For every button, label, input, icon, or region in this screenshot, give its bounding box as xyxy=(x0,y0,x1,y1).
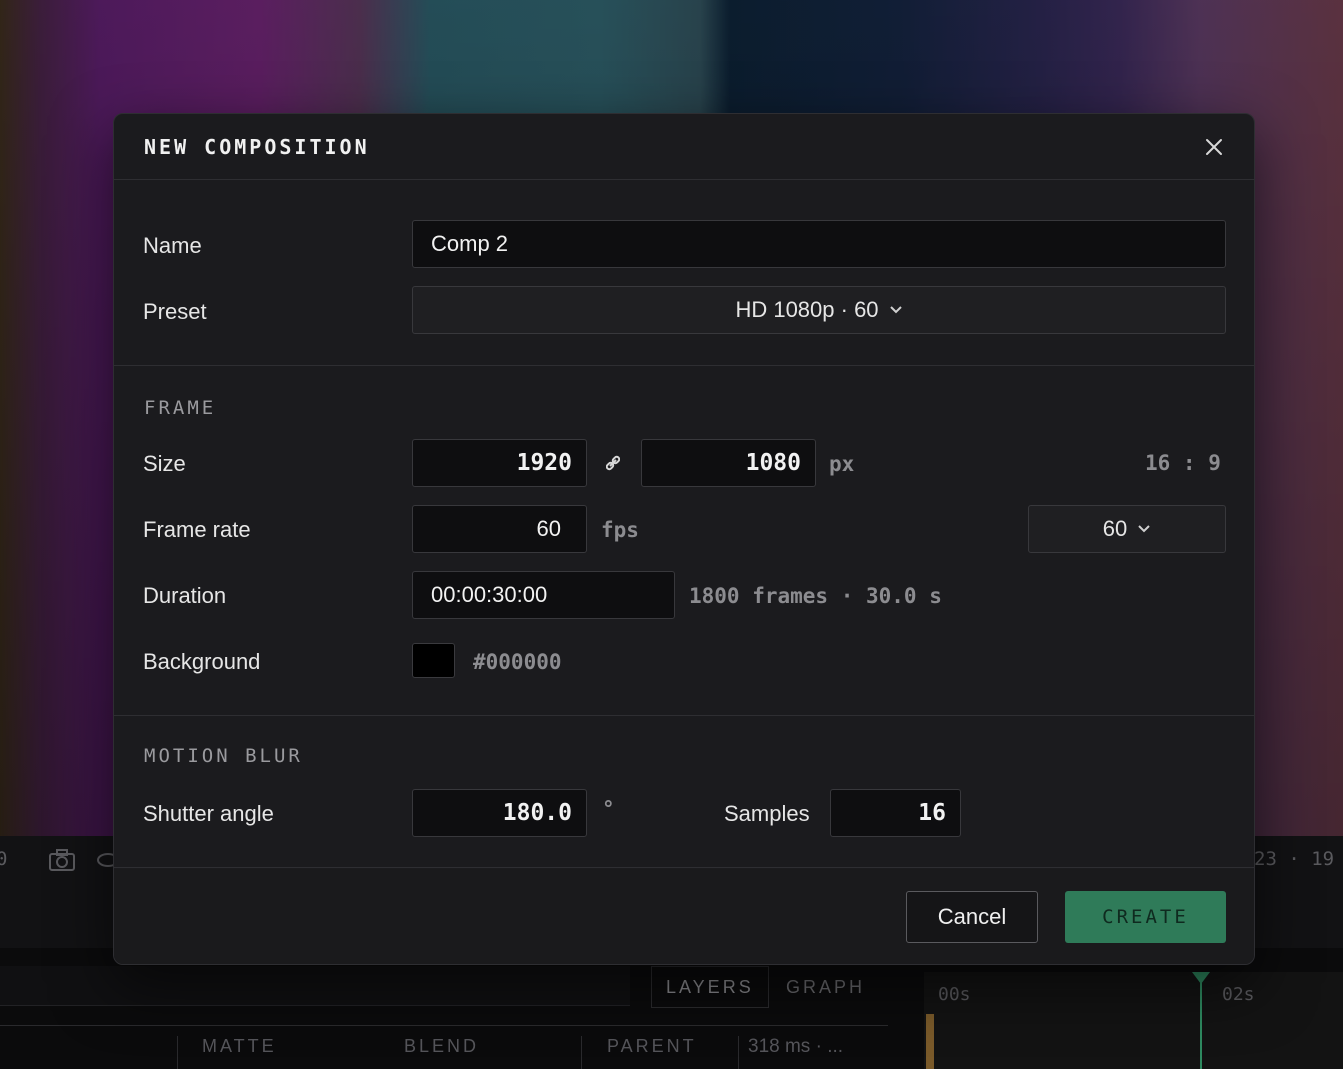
column-divider xyxy=(738,1036,739,1069)
shutter-angle-unit: ° xyxy=(602,797,615,821)
playhead[interactable] xyxy=(1200,974,1202,1069)
duration-info: 1800 frames · 30.0 s xyxy=(689,584,942,608)
motion-blur-section: MOTION BLUR Shutter angle 180.0 ° Sample… xyxy=(114,717,1254,868)
size-label: Size xyxy=(143,451,186,476)
name-label: Name xyxy=(143,233,202,258)
dialog-footer: Cancel CREATE xyxy=(114,869,1254,964)
samples-label: Samples xyxy=(724,801,810,826)
timeline-track[interactable] xyxy=(924,972,1343,1069)
dialog-header: NEW COMPOSITION xyxy=(114,114,1254,180)
aspect-ratio: 16 : 9 xyxy=(1145,451,1221,475)
create-button[interactable]: CREATE xyxy=(1065,891,1226,943)
background-color-swatch[interactable] xyxy=(412,643,455,678)
width-input[interactable]: 1920 xyxy=(412,439,587,487)
frame-heading: FRAME xyxy=(144,397,217,419)
height-input[interactable]: 1080 xyxy=(641,439,816,487)
name-input[interactable]: Comp 2 xyxy=(412,220,1226,268)
background-label: Background xyxy=(143,649,261,674)
camera-icon[interactable] xyxy=(48,848,76,877)
timeline-clip[interactable] xyxy=(926,1014,934,1069)
timeline-divider xyxy=(0,1025,888,1026)
general-section: Name Comp 2 Preset HD 1080p · 60 xyxy=(114,180,1254,366)
samples-input[interactable]: 16 xyxy=(830,789,961,837)
column-blend: BLEND xyxy=(404,1036,480,1056)
ruler-label-0: 00s xyxy=(938,984,971,1005)
toolbar-right-readout: 23 · 19 xyxy=(1254,848,1335,870)
column-parent: PARENT xyxy=(607,1036,697,1056)
close-button[interactable] xyxy=(1200,133,1228,161)
chevron-down-icon xyxy=(889,306,902,314)
column-divider xyxy=(177,1036,178,1069)
dialog-title: NEW COMPOSITION xyxy=(144,134,370,159)
motion-blur-heading: MOTION BLUR xyxy=(144,745,303,767)
link-icon[interactable] xyxy=(605,455,621,476)
frame-rate-label: Frame rate xyxy=(143,517,251,542)
close-icon xyxy=(1206,139,1222,155)
toolbar-left-readout: 0 xyxy=(0,848,8,870)
ruler-label-1: 02s xyxy=(1222,984,1255,1005)
frame-rate-input[interactable]: 60 xyxy=(412,505,587,553)
background-hex: #000000 xyxy=(473,650,562,674)
duration-label: Duration xyxy=(143,583,227,608)
column-divider xyxy=(581,1036,582,1069)
layer-search-bar[interactable] xyxy=(0,966,630,1006)
cancel-button[interactable]: Cancel xyxy=(906,891,1038,943)
playhead-handle-icon[interactable] xyxy=(1192,972,1210,984)
size-unit: px xyxy=(829,452,855,476)
frame-rate-preset-value: 60 xyxy=(1102,516,1128,541)
duration-input[interactable]: 00:00:30:00 xyxy=(412,571,675,619)
shutter-angle-label: Shutter angle xyxy=(143,801,274,826)
frame-section: FRAME Size 1920 1080 px 16 : 9 Frame rat… xyxy=(114,367,1254,716)
new-composition-dialog: NEW COMPOSITION Name Comp 2 Preset HD 10… xyxy=(113,113,1255,965)
chevron-down-icon xyxy=(1138,525,1150,533)
tab-graph[interactable]: GRAPH xyxy=(772,966,879,1008)
preset-value: HD 1080p · 60 xyxy=(735,297,879,322)
timing-readout: 318 ms · ... xyxy=(748,1036,844,1057)
shutter-angle-input[interactable]: 180.0 xyxy=(412,789,587,837)
preset-select[interactable]: HD 1080p · 60 xyxy=(412,286,1226,334)
preset-label: Preset xyxy=(143,299,207,324)
frame-rate-unit: fps xyxy=(601,518,639,542)
column-matte: MATTE xyxy=(202,1036,277,1056)
frame-rate-preset-select[interactable]: 60 xyxy=(1028,505,1226,553)
tab-layers[interactable]: LAYERS xyxy=(651,966,769,1008)
